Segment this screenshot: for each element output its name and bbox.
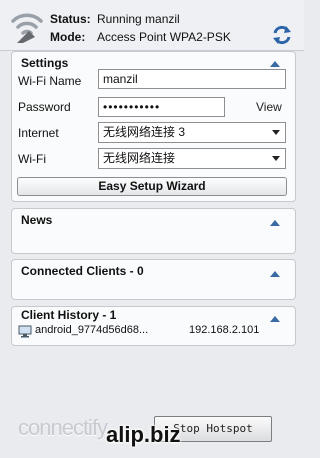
collapse-icon[interactable] [269,315,281,323]
internet-select-value: 无线网络连接 3 [103,125,186,139]
client-history-title: Client History - 1 [21,308,117,322]
footer: connectify Stop Hotspot alip.biz [0,404,304,458]
wifi-name-input[interactable]: manzil [98,69,286,89]
collapse-icon[interactable] [269,270,281,278]
list-item[interactable]: android_9774d56d68... 192.168.2.101 [18,324,288,340]
easy-setup-wizard-button[interactable]: Easy Setup Wizard [17,177,287,196]
settings-title: Settings [21,56,69,70]
chevron-down-icon [272,130,280,135]
view-password-button[interactable]: View [256,100,282,114]
connected-clients-title: Connected Clients - 0 [21,264,144,278]
chevron-down-icon [272,156,280,161]
news-title: News [21,213,53,227]
client-ip: 192.168.2.101 [189,324,260,336]
watermark: alip.biz [106,422,181,447]
client-name: android_9774d56d68... [35,324,149,336]
collapse-icon[interactable] [269,219,281,227]
password-label: Password [18,100,71,114]
mode-label: Mode: [50,30,86,44]
internet-label: Internet [18,126,59,140]
mode-value: Access Point WPA2-PSK [97,30,231,44]
wifi-adapter-label: Wi-Fi [18,152,46,166]
status-header: Status: Running manzil Mode: Access Poin… [0,0,304,51]
wifi-adapter-select[interactable]: 无线网络连接 [98,148,286,169]
settings-panel: Settings Wi-Fi Name manzil Password ••••… [11,51,296,202]
wifi-name-label: Wi-Fi Name [18,74,82,88]
wifi-broadcast-icon [11,13,43,43]
connectify-logo: connectify [18,415,108,440]
wifi-adapter-select-value: 无线网络连接 [103,151,176,165]
refresh-icon[interactable] [270,24,294,46]
computer-icon [18,325,32,338]
status-value: Running manzil [97,12,180,26]
client-history-panel: Client History - 1 android_9774d56d68...… [11,306,296,346]
collapse-icon[interactable] [269,60,281,68]
password-input[interactable]: ••••••••••• [98,97,225,117]
news-panel: News [11,208,296,254]
connected-clients-panel: Connected Clients - 0 [11,259,296,300]
status-label: Status: [50,12,91,26]
internet-select[interactable]: 无线网络连接 3 [98,122,286,143]
